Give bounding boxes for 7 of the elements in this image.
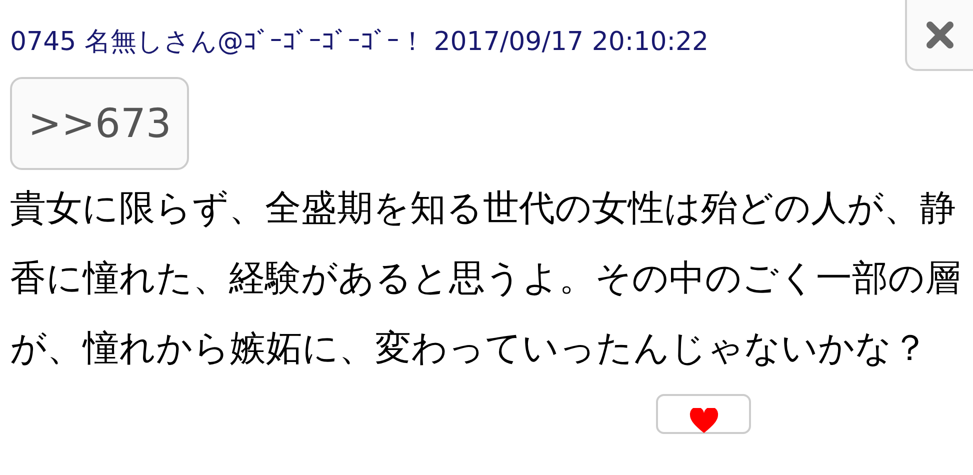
like-button[interactable] (656, 394, 751, 434)
post-header: 0745 名無しさん@ｺﾞｰｺﾞｰｺﾞｰｺﾞｰ！ 2017/09/17 20:10:22 (10, 26, 709, 59)
heart-icon (688, 408, 718, 434)
close-icon (925, 20, 955, 50)
post-body: 貴女に限らず、全盛期を知る世代の女性は殆どの人が、静香に憧れた、経験があると思うよ。その中のごく一部の層が、憧れから嫉妬に、変わっていったんじゃないかな？ (10, 187, 962, 371)
reply-anchor-button[interactable]: >>673 (10, 77, 190, 170)
close-button[interactable] (905, 0, 973, 71)
